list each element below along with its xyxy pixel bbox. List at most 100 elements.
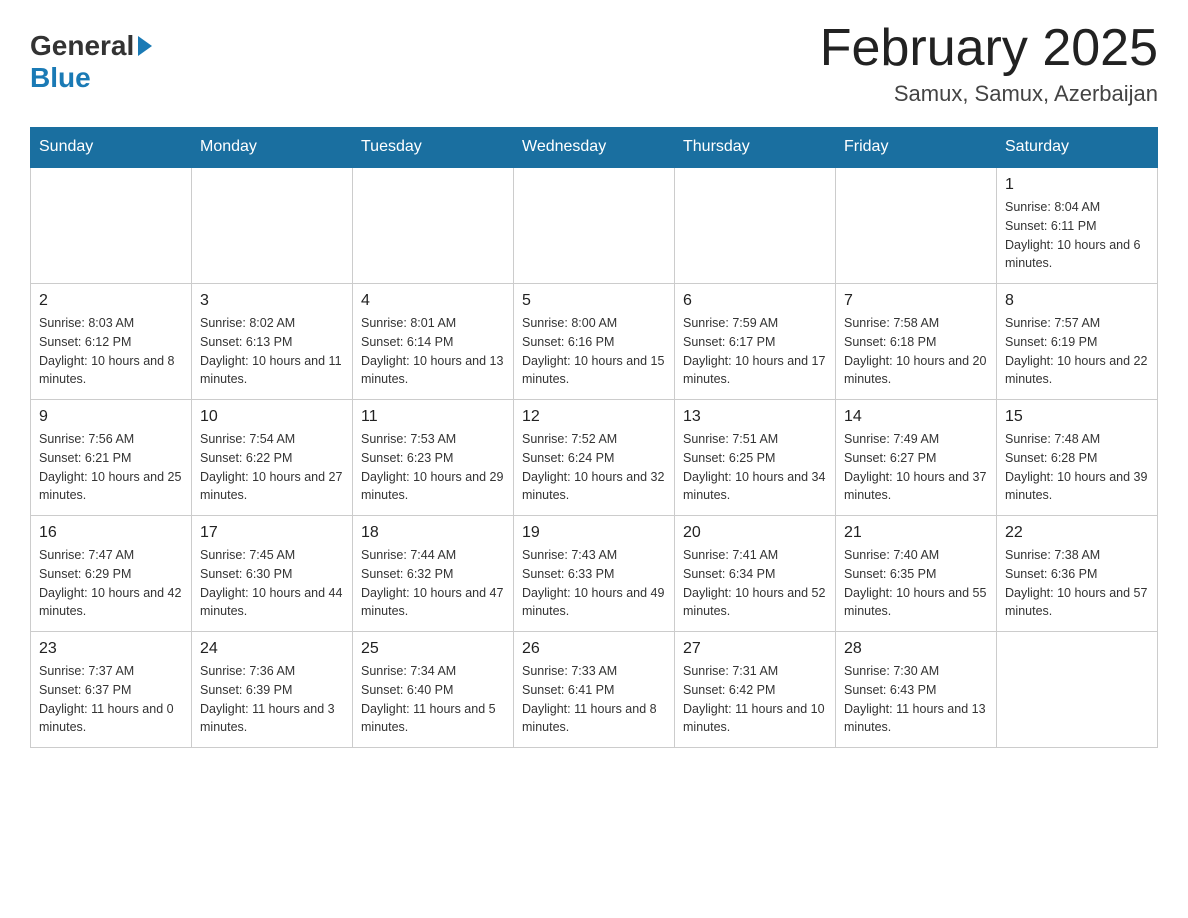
calendar-cell-w3-d5: 13Sunrise: 7:51 AMSunset: 6:25 PMDayligh… — [675, 400, 836, 516]
day-number: 12 — [522, 408, 666, 426]
day-info: Sunrise: 7:54 AMSunset: 6:22 PMDaylight:… — [200, 430, 344, 505]
calendar-cell-w3-d6: 14 Sunrise: 7:49 AMSunset: 6:27 PMDayligh… — [836, 400, 997, 516]
calendar-cell-w5-d2: 24 Sunrise: 7:36 AMSunset: 6:39 PMDayligh… — [192, 632, 353, 748]
calendar-cell-w4-d5: 20Sunrise: 7:41 AMSunset: 6:34 PMDayligh… — [675, 516, 836, 632]
day-number: 25 — [361, 640, 505, 658]
day-info: Sunrise: 7:51 AMSunset: 6:25 PMDaylight:… — [683, 430, 827, 505]
calendar-cell-w4-d6: 21 Sunrise: 7:40 AMSunset: 6:35 PMDayligh… — [836, 516, 997, 632]
calendar-cell-w4-d1: 16Sunrise: 7:47 AMSunset: 6:29 PMDayligh… — [31, 516, 192, 632]
day-number: 28 — [844, 640, 988, 658]
day-number: 14 — [844, 408, 988, 426]
calendar-cell-w1-d1 — [31, 167, 192, 284]
day-info: Sunrise: 7:40 AMSunset: 6:35 PMDaylight:… — [844, 546, 988, 621]
day-info: Sunrise: 7:56 AMSunset: 6:21 PMDaylight:… — [39, 430, 183, 505]
day-info: Sunrise: 7:48 AMSunset: 6:28 PMDaylight:… — [1005, 430, 1149, 505]
logo: General Blue — [30, 20, 154, 94]
weekday-header-sunday: Sunday — [31, 128, 192, 168]
calendar-week-2: 2 Sunrise: 8:03 AMSunset: 6:12 PMDaylight… — [31, 284, 1158, 400]
day-info: Sunrise: 7:37 AMSunset: 6:37 PMDaylight:… — [39, 662, 183, 737]
day-number: 18 — [361, 524, 505, 542]
calendar-cell-w3-d7: 15 Sunrise: 7:48 AMSunset: 6:28 PMDayligh… — [997, 400, 1158, 516]
day-number: 22 — [1005, 524, 1149, 542]
day-info: Sunrise: 8:04 AMSunset: 6:11 PMDaylight:… — [1005, 198, 1149, 273]
calendar-subtitle: Samux, Samux, Azerbaijan — [820, 81, 1158, 107]
calendar-week-3: 9 Sunrise: 7:56 AMSunset: 6:21 PMDaylight… — [31, 400, 1158, 516]
calendar-cell-w1-d6 — [836, 167, 997, 284]
day-number: 2 — [39, 292, 183, 310]
day-info: Sunrise: 7:53 AMSunset: 6:23 PMDaylight:… — [361, 430, 505, 505]
day-info: Sunrise: 7:43 AMSunset: 6:33 PMDaylight:… — [522, 546, 666, 621]
weekday-header-monday: Monday — [192, 128, 353, 168]
calendar-cell-w1-d7: 1 Sunrise: 8:04 AMSunset: 6:11 PMDaylight… — [997, 167, 1158, 284]
day-number: 9 — [39, 408, 183, 426]
calendar-week-4: 16Sunrise: 7:47 AMSunset: 6:29 PMDayligh… — [31, 516, 1158, 632]
calendar-cell-w2-d7: 8 Sunrise: 7:57 AMSunset: 6:19 PMDaylight… — [997, 284, 1158, 400]
day-info: Sunrise: 7:58 AMSunset: 6:18 PMDaylight:… — [844, 314, 988, 389]
day-number: 27 — [683, 640, 827, 658]
calendar-table: SundayMondayTuesdayWednesdayThursdayFrid… — [30, 127, 1158, 748]
calendar-week-5: 23 Sunrise: 7:37 AMSunset: 6:37 PMDayligh… — [31, 632, 1158, 748]
weekday-header-row: SundayMondayTuesdayWednesdayThursdayFrid… — [31, 128, 1158, 168]
day-number: 24 — [200, 640, 344, 658]
calendar-cell-w5-d1: 23 Sunrise: 7:37 AMSunset: 6:37 PMDayligh… — [31, 632, 192, 748]
calendar-cell-w1-d2 — [192, 167, 353, 284]
calendar-cell-w1-d4 — [514, 167, 675, 284]
day-info: Sunrise: 7:45 AMSunset: 6:30 PMDaylight:… — [200, 546, 344, 621]
calendar-cell-w2-d2: 3 Sunrise: 8:02 AMSunset: 6:13 PMDaylight… — [192, 284, 353, 400]
weekday-header-thursday: Thursday — [675, 128, 836, 168]
calendar-cell-w2-d3: 4 Sunrise: 8:01 AMSunset: 6:14 PMDaylight… — [353, 284, 514, 400]
page-header: General Blue February 2025 Samux, Samux,… — [30, 20, 1158, 107]
day-info: Sunrise: 8:02 AMSunset: 6:13 PMDaylight:… — [200, 314, 344, 389]
day-number: 4 — [361, 292, 505, 310]
day-number: 11 — [361, 408, 505, 426]
calendar-cell-w1-d5 — [675, 167, 836, 284]
day-number: 7 — [844, 292, 988, 310]
calendar-week-1: 1 Sunrise: 8:04 AMSunset: 6:11 PMDaylight… — [31, 167, 1158, 284]
logo-arrow-icon — [138, 36, 152, 56]
day-number: 3 — [200, 292, 344, 310]
calendar-header: SundayMondayTuesdayWednesdayThursdayFrid… — [31, 128, 1158, 168]
calendar-cell-w3-d3: 11 Sunrise: 7:53 AMSunset: 6:23 PMDayligh… — [353, 400, 514, 516]
calendar-cell-w2-d4: 5 Sunrise: 8:00 AMSunset: 6:16 PMDaylight… — [514, 284, 675, 400]
calendar-cell-w1-d3 — [353, 167, 514, 284]
day-info: Sunrise: 7:36 AMSunset: 6:39 PMDaylight:… — [200, 662, 344, 737]
day-number: 16 — [39, 524, 183, 542]
day-number: 5 — [522, 292, 666, 310]
calendar-cell-w5-d3: 25Sunrise: 7:34 AMSunset: 6:40 PMDayligh… — [353, 632, 514, 748]
calendar-title: February 2025 — [820, 20, 1158, 77]
calendar-cell-w2-d1: 2 Sunrise: 8:03 AMSunset: 6:12 PMDaylight… — [31, 284, 192, 400]
day-number: 15 — [1005, 408, 1149, 426]
calendar-cell-w5-d4: 26Sunrise: 7:33 AMSunset: 6:41 PMDayligh… — [514, 632, 675, 748]
calendar-cell-w4-d2: 17 Sunrise: 7:45 AMSunset: 6:30 PMDayligh… — [192, 516, 353, 632]
weekday-header-saturday: Saturday — [997, 128, 1158, 168]
day-number: 1 — [1005, 176, 1149, 194]
day-info: Sunrise: 7:52 AMSunset: 6:24 PMDaylight:… — [522, 430, 666, 505]
day-info: Sunrise: 8:00 AMSunset: 6:16 PMDaylight:… — [522, 314, 666, 389]
day-info: Sunrise: 7:57 AMSunset: 6:19 PMDaylight:… — [1005, 314, 1149, 389]
day-number: 21 — [844, 524, 988, 542]
title-section: February 2025 Samux, Samux, Azerbaijan — [820, 20, 1158, 107]
day-number: 23 — [39, 640, 183, 658]
calendar-cell-w3-d4: 12 Sunrise: 7:52 AMSunset: 6:24 PMDayligh… — [514, 400, 675, 516]
day-info: Sunrise: 7:44 AMSunset: 6:32 PMDaylight:… — [361, 546, 505, 621]
day-info: Sunrise: 8:01 AMSunset: 6:14 PMDaylight:… — [361, 314, 505, 389]
day-number: 8 — [1005, 292, 1149, 310]
day-info: Sunrise: 7:30 AMSunset: 6:43 PMDaylight:… — [844, 662, 988, 737]
calendar-cell-w5-d5: 27 Sunrise: 7:31 AMSunset: 6:42 PMDayligh… — [675, 632, 836, 748]
weekday-header-friday: Friday — [836, 128, 997, 168]
calendar-cell-w4-d7: 22 Sunrise: 7:38 AMSunset: 6:36 PMDayligh… — [997, 516, 1158, 632]
day-info: Sunrise: 7:49 AMSunset: 6:27 PMDaylight:… — [844, 430, 988, 505]
calendar-cell-w2-d6: 7 Sunrise: 7:58 AMSunset: 6:18 PMDaylight… — [836, 284, 997, 400]
logo-general-text: General — [30, 30, 134, 62]
calendar-cell-w3-d1: 9 Sunrise: 7:56 AMSunset: 6:21 PMDaylight… — [31, 400, 192, 516]
day-info: Sunrise: 7:31 AMSunset: 6:42 PMDaylight:… — [683, 662, 827, 737]
calendar-cell-w5-d7 — [997, 632, 1158, 748]
day-info: Sunrise: 8:03 AMSunset: 6:12 PMDaylight:… — [39, 314, 183, 389]
day-info: Sunrise: 7:33 AMSunset: 6:41 PMDaylight:… — [522, 662, 666, 737]
day-number: 19 — [522, 524, 666, 542]
day-info: Sunrise: 7:38 AMSunset: 6:36 PMDaylight:… — [1005, 546, 1149, 621]
weekday-header-tuesday: Tuesday — [353, 128, 514, 168]
day-number: 17 — [200, 524, 344, 542]
calendar-cell-w2-d5: 6Sunrise: 7:59 AMSunset: 6:17 PMDaylight… — [675, 284, 836, 400]
calendar-cell-w5-d6: 28 Sunrise: 7:30 AMSunset: 6:43 PMDayligh… — [836, 632, 997, 748]
